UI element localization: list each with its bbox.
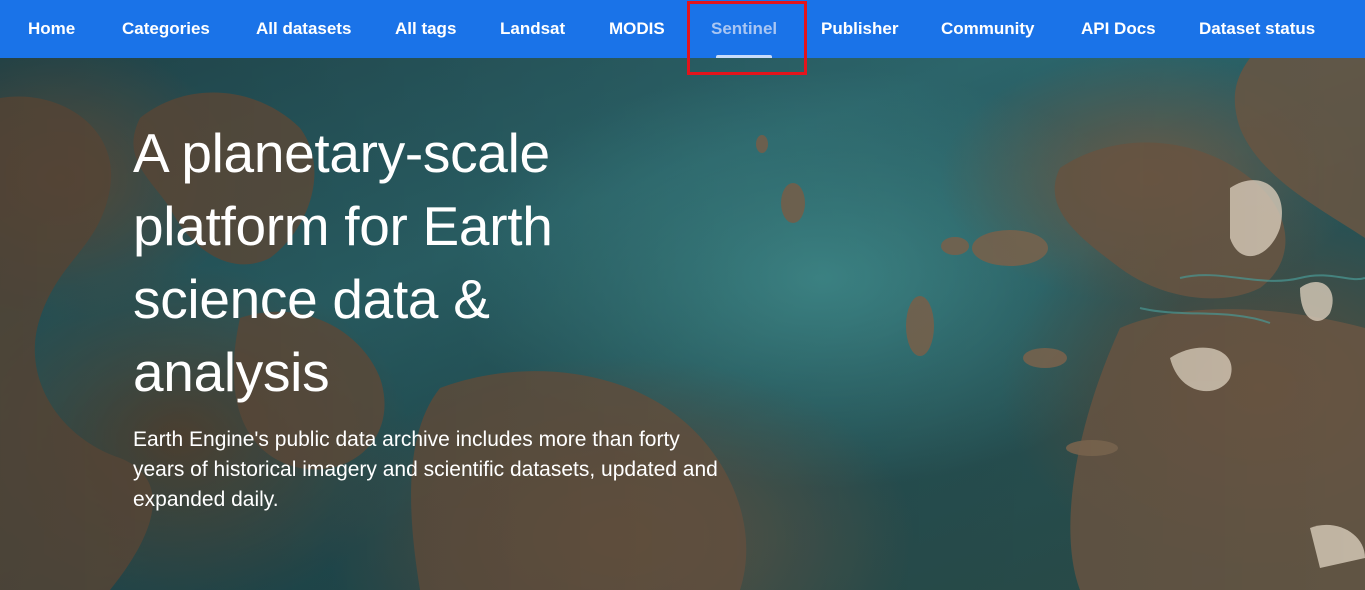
top-navigation: Home Categories All datasets All tags La… <box>0 0 1365 58</box>
nav-community[interactable]: Community <box>941 0 1035 58</box>
nav-categories[interactable]: Categories <box>122 0 210 58</box>
nav-all-datasets[interactable]: All datasets <box>256 0 351 58</box>
nav-dataset-status[interactable]: Dataset status <box>1199 0 1315 58</box>
nav-landsat[interactable]: Landsat <box>500 0 565 58</box>
hero-title: A planetary-scale platform for Earth sci… <box>133 122 553 403</box>
nav-all-tags[interactable]: All tags <box>395 0 456 58</box>
nav-api-docs[interactable]: API Docs <box>1081 0 1156 58</box>
hero-description: Earth Engine's public data archive inclu… <box>133 428 718 511</box>
nav-publisher[interactable]: Publisher <box>821 0 898 58</box>
nav-home[interactable]: Home <box>28 0 75 58</box>
nav-sentinel[interactable]: Sentinel <box>711 0 777 58</box>
active-tab-indicator <box>716 55 772 58</box>
nav-modis[interactable]: MODIS <box>609 0 665 58</box>
